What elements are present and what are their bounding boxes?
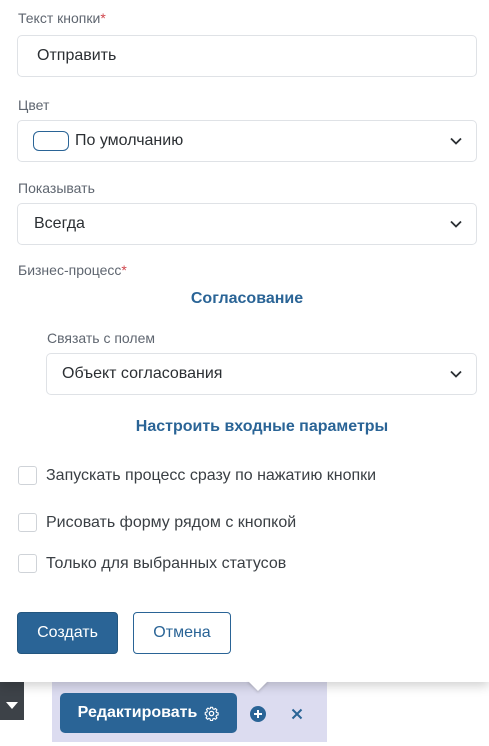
color-label: Цвет [18, 97, 50, 113]
checkbox-label: Запускать процесс сразу по нажатию кнопк… [46, 466, 377, 484]
create-button[interactable]: Создать [17, 612, 118, 654]
checkbox-row-run-immediately[interactable]: Запускать процесс сразу по нажатию кнопк… [18, 466, 376, 485]
plus-circle-icon[interactable] [250, 706, 266, 722]
edit-button-label: Редактировать [77, 704, 198, 721]
checkbox-label: Только для выбранных статусов [46, 554, 287, 572]
required-mark: * [121, 262, 127, 278]
process-link[interactable]: Согласование [0, 290, 489, 308]
collapse-tab[interactable] [0, 682, 24, 720]
button-text-value: Отправить [37, 47, 117, 64]
link-field-select[interactable]: Объект согласования [46, 353, 477, 395]
button-settings-panel: Текст кнопки* Отправить Цвет По умолчани… [0, 0, 489, 682]
show-select[interactable]: Всегда [17, 203, 477, 245]
show-select-value: Всегда [34, 215, 85, 232]
configure-params-link[interactable]: Настроить входные параметры [0, 418, 489, 436]
chevron-down-icon [450, 368, 462, 380]
checkbox[interactable] [18, 513, 37, 532]
checkbox-label: Рисовать форму рядом с кнопкой [46, 513, 297, 531]
popover-pointer [247, 680, 269, 691]
color-select[interactable]: По умолчанию [17, 120, 477, 162]
checkbox-row-selected-statuses[interactable]: Только для выбранных статусов [18, 554, 286, 573]
show-label: Показывать [18, 180, 95, 196]
color-select-value: По умолчанию [75, 132, 184, 149]
edit-button[interactable]: Редактировать [60, 693, 237, 733]
process-label: Бизнес-процесс* [18, 262, 127, 278]
chevron-down-icon [450, 218, 462, 230]
checkbox[interactable] [18, 466, 37, 485]
button-text-label: Текст кнопки* [18, 10, 106, 26]
required-mark: * [100, 10, 106, 26]
close-icon[interactable] [289, 706, 305, 722]
caret-down-icon [6, 696, 18, 714]
color-swatch [33, 131, 69, 151]
link-field-value: Объект согласования [62, 365, 223, 382]
button-text-input[interactable]: Отправить [17, 35, 477, 77]
chevron-down-icon [450, 135, 462, 147]
gear-icon [204, 706, 220, 721]
checkbox[interactable] [18, 554, 37, 573]
link-field-label: Связать с полем [47, 330, 155, 346]
checkbox-row-draw-form[interactable]: Рисовать форму рядом с кнопкой [18, 513, 296, 532]
cancel-button[interactable]: Отмена [133, 612, 231, 654]
